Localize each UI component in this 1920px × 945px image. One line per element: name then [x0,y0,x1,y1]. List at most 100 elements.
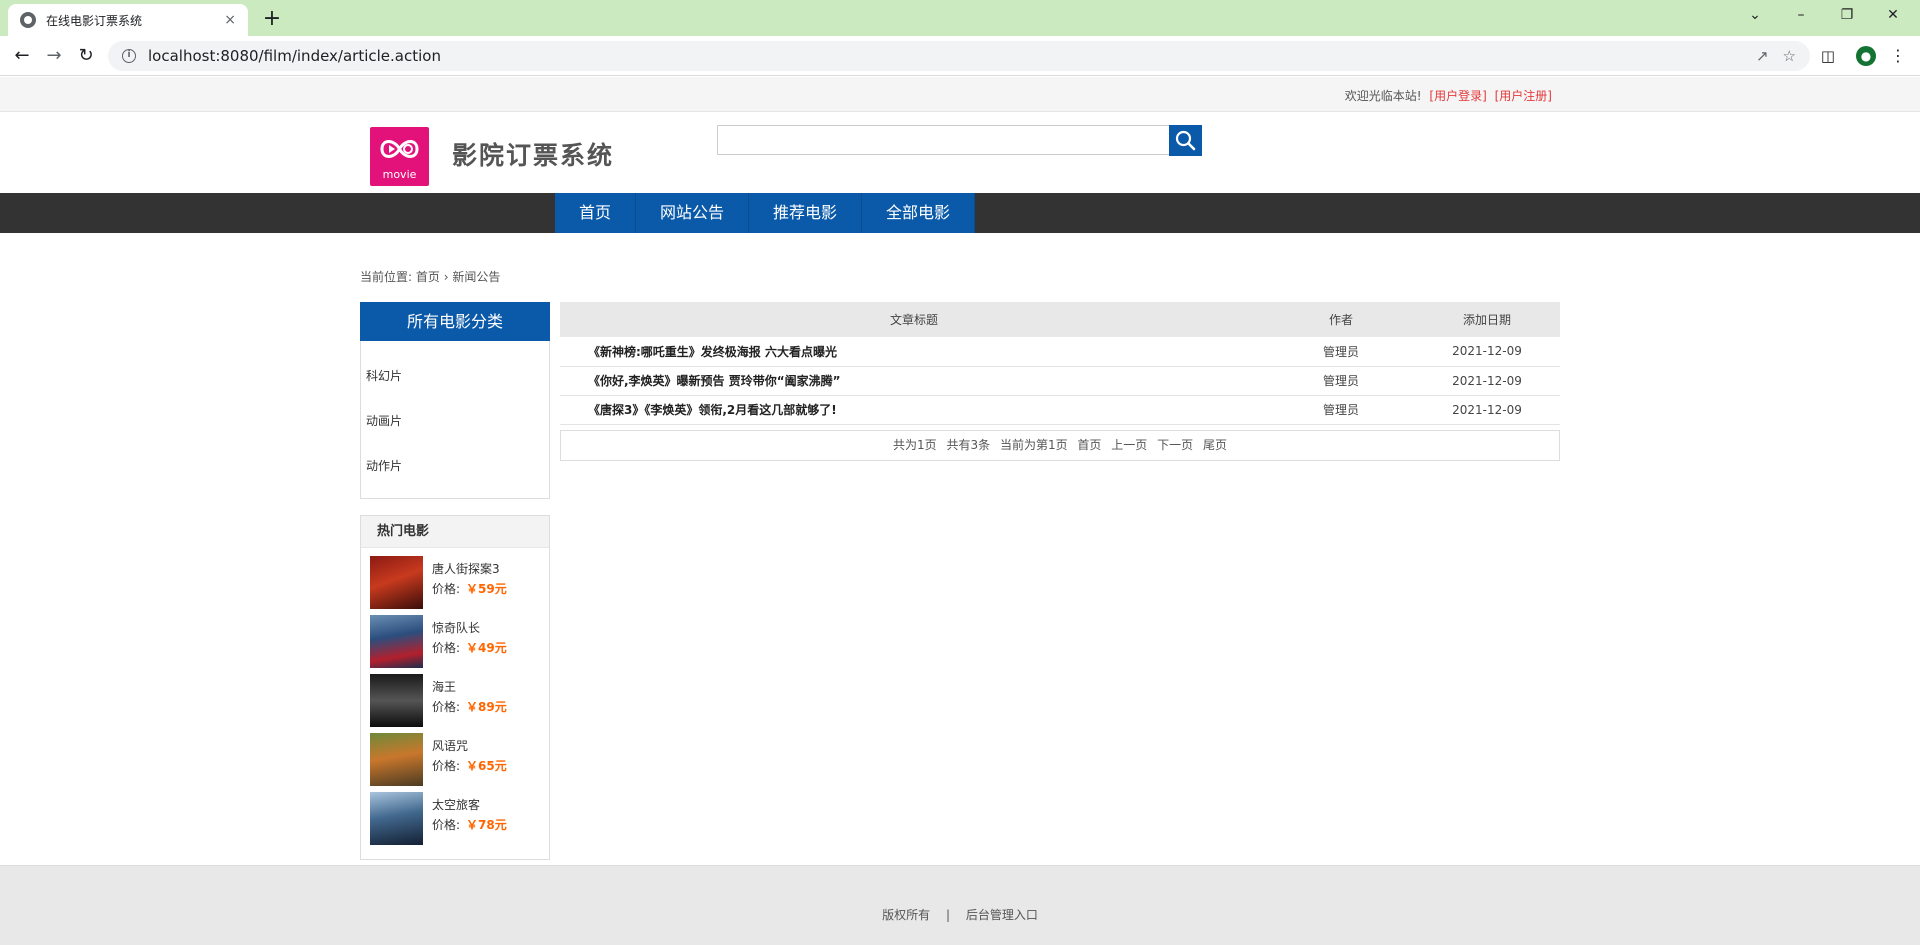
browser-tabbar: 在线电影订票系统 × + ⌄ – ❐ ✕ [0,0,1920,36]
hot-movie-item[interactable]: 海王 价格: ￥89元 [370,674,549,733]
price-label: 价格: [432,700,461,714]
pager-last[interactable]: 尾页 [1203,438,1227,452]
browser-tab[interactable]: 在线电影订票系统 × [8,4,248,36]
movie-poster[interactable] [370,733,423,786]
login-link[interactable]: [用户登录] [1429,89,1486,103]
welcome-area: 欢迎光临本站! [用户登录] [用户注册] [1345,87,1552,104]
hot-movie-item[interactable]: 风语咒 价格: ￥65元 [370,733,549,792]
minimize-icon[interactable]: – [1778,0,1824,32]
main-nav: 首页 网站公告 推荐电影 全部电影 [0,193,1920,233]
article-author: 管理员 [1268,337,1414,367]
info-icon[interactable]: i [122,49,136,63]
bookmark-star-icon[interactable]: ☆ [1783,47,1796,65]
side-panel-icon[interactable]: ◫ [1818,46,1838,66]
window-close-icon[interactable]: ✕ [1870,0,1916,32]
footer: 版权所有 | 后台管理入口 [0,865,1920,945]
category-action[interactable]: 动作片 [361,456,549,501]
category-title: 所有电影分类 [360,302,550,341]
header-title: 文章标题 [560,302,1268,337]
movie-price: ￥78元 [466,818,507,832]
close-tab-icon[interactable]: × [224,12,236,28]
hot-movie-item[interactable]: 惊奇队长 价格: ￥49元 [370,615,549,674]
article-table: 文章标题 作者 添加日期 《新神榜:哪吒重生》发终极海报 六大看点曝光 管理员 … [560,302,1560,425]
pager-total-pages: 共为1页 [893,438,937,452]
price-label: 价格: [432,759,461,773]
table-header-row: 文章标题 作者 添加日期 [560,302,1560,337]
hot-movie-item[interactable]: 唐人街探案3 价格: ￥59元 [370,556,549,615]
hot-movies-list: 唐人街探案3 价格: ￥59元 惊奇队长 价格: ￥49元 海王 价格: ￥89元 风… [361,548,549,851]
breadcrumb-home[interactable]: 首页 [416,270,440,284]
category-animation[interactable]: 动画片 [361,411,549,456]
share-icon[interactable]: ↗ [1756,47,1769,65]
pager-current: 当前为第1页 [999,438,1068,452]
price-label: 价格: [432,582,461,596]
reload-icon[interactable]: ↻ [74,44,98,68]
footer-links: 版权所有 | 后台管理入口 [0,906,1920,923]
logo-text: movie [382,168,417,181]
new-tab-button[interactable]: + [258,6,286,34]
forward-icon[interactable]: → [42,44,66,68]
article-title-link[interactable]: 《你好,李焕英》曝新预告 贾玲带你“阖家沸腾” [560,366,1268,396]
infinity-logo-icon [380,140,419,158]
address-bar[interactable]: i localhost:8080/film/index/article.acti… [108,41,1810,71]
breadcrumb-current: 新闻公告 [452,270,501,284]
hot-movies-title: 热门电影 [361,516,549,548]
category-list: 科幻片 动画片 动作片 [361,341,549,501]
article-date: 2021-12-09 [1414,337,1560,367]
pagination: 共为1页 共有3条 当前为第1页 首页 上一页 下一页 尾页 [560,430,1560,461]
pager-next[interactable]: 下一页 [1157,438,1193,452]
hot-movie-item[interactable]: 太空旅客 价格: ￥78元 [370,792,549,851]
movie-name[interactable]: 惊奇队长 [432,618,507,638]
register-link[interactable]: [用户注册] [1495,89,1552,103]
search-button[interactable] [1169,125,1202,156]
article-title-link[interactable]: 《新神榜:哪吒重生》发终极海报 六大看点曝光 [560,337,1268,367]
movie-name[interactable]: 太空旅客 [432,795,507,815]
movie-poster[interactable] [370,615,423,668]
pager-prev[interactable]: 上一页 [1111,438,1147,452]
movie-price: ￥49元 [466,641,507,655]
breadcrumb: 当前位置: 首页 › 新闻公告 [360,268,500,285]
movie-name[interactable]: 唐人街探案3 [432,559,507,579]
url-text[interactable]: localhost:8080/film/index/article.action [148,47,1742,65]
movie-poster[interactable] [370,674,423,727]
price-label: 价格: [432,641,461,655]
table-row: 《唐探3》《李焕英》领衔,2月看这几部就够了! 管理员 2021-12-09 [560,395,1560,425]
nav-all-movies[interactable]: 全部电影 [862,193,976,233]
footer-admin-link[interactable]: 后台管理入口 [966,908,1038,922]
tab-search-icon[interactable]: ⌄ [1732,0,1778,32]
category-panel: 所有电影分类 科幻片 动画片 动作片 [360,302,550,499]
site-logo[interactable]: movie [370,127,429,186]
search-icon [1175,130,1196,151]
movie-price: ￥89元 [466,700,507,714]
pager-total-items: 共有3条 [946,438,991,452]
movie-name[interactable]: 风语咒 [432,736,507,756]
pager-first[interactable]: 首页 [1077,438,1101,452]
tab-title: 在线电影订票系统 [46,13,143,28]
article-title-link[interactable]: 《唐探3》《李焕英》领衔,2月看这几部就够了! [560,395,1268,425]
article-author: 管理员 [1268,395,1414,425]
article-author: 管理员 [1268,366,1414,396]
welcome-text: 欢迎光临本站! [1344,89,1422,103]
header-date: 添加日期 [1414,302,1560,337]
article-date: 2021-12-09 [1414,366,1560,396]
nav-home[interactable]: 首页 [555,193,637,233]
breadcrumb-separator: › [443,270,449,284]
globe-icon [20,12,36,28]
header-author: 作者 [1268,302,1414,337]
site-title: 影院订票系统 [452,141,615,170]
movie-name[interactable]: 海王 [432,677,507,697]
kebab-menu-icon[interactable]: ⋮ [1888,46,1908,66]
footer-copyright[interactable]: 版权所有 [882,908,930,922]
nav-items: 首页 网站公告 推荐电影 全部电影 [555,193,976,233]
hot-movies-panel: 热门电影 唐人街探案3 价格: ￥59元 惊奇队长 价格: ￥49元 海王 价格: ￥… [360,515,550,860]
search-input[interactable] [717,125,1169,155]
profile-avatar-icon[interactable]: ● [1856,46,1876,66]
nav-recommended[interactable]: 推荐电影 [749,193,863,233]
back-icon[interactable]: ← [10,44,34,68]
movie-poster[interactable] [370,792,423,845]
movie-poster[interactable] [370,556,423,609]
nav-announcements[interactable]: 网站公告 [636,193,750,233]
category-scifi[interactable]: 科幻片 [361,366,549,411]
browser-toolbar: ← → ↻ i localhost:8080/film/index/articl… [0,36,1920,76]
restore-icon[interactable]: ❐ [1824,0,1870,32]
